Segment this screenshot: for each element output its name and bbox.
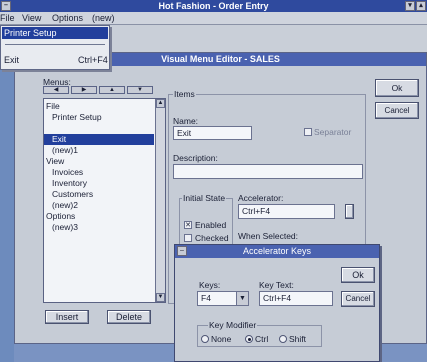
insert-button[interactable]: Insert (45, 310, 89, 324)
list-item[interactable]: Options (44, 211, 154, 222)
accelerator-label: Accelerator: (238, 193, 284, 203)
list-item-selected[interactable]: Exit (44, 134, 154, 145)
accelerator-field[interactable]: Ctrl+F4 (238, 204, 335, 219)
menu-item-exit-label: Exit (4, 55, 20, 65)
shift-label: Shift (289, 334, 307, 344)
dropdown-arrow-icon[interactable]: ▼ (236, 292, 248, 305)
items-group-label: Items (173, 89, 196, 99)
move-down-icon[interactable]: ▼ (127, 86, 153, 94)
accelerator-dialog-title: – Accelerator Keys (175, 245, 379, 258)
menus-list[interactable]: File Printer Setup Exit (new)1 View Invo… (43, 98, 166, 303)
keys-value: F4 (201, 293, 211, 303)
ctrl-label: Ctrl (255, 334, 269, 344)
enabled-checkbox[interactable]: ✕ (184, 221, 192, 229)
list-item[interactable]: File (44, 101, 154, 112)
menu-bar: File View Options (new) (0, 12, 427, 25)
accel-cancel-button[interactable]: Cancel (341, 291, 375, 307)
accel-ok-button[interactable]: Ok (341, 267, 375, 283)
menu-view[interactable]: View (22, 13, 41, 23)
menus-list-scrollbar[interactable]: ▲ ▼ (155, 99, 165, 302)
menu-options[interactable]: Options (52, 13, 83, 23)
minimize-icon[interactable]: ▾ (405, 1, 415, 11)
accelerator-keys-dialog: – Accelerator Keys Keys: F4 ▼ Key Text: … (174, 244, 380, 362)
maximize-icon[interactable]: ▴ (416, 1, 426, 11)
ok-button[interactable]: Ok (375, 79, 419, 97)
list-item[interactable]: Printer Setup (44, 112, 154, 123)
menu-new[interactable]: (new) (92, 13, 115, 23)
app-title-bar: – Hot Fashion - Order Entry ▾ ▴ (0, 0, 427, 12)
move-right-icon[interactable]: ▶ (71, 86, 97, 94)
name-label: Name: (173, 116, 199, 126)
accelerator-browse-button[interactable] (345, 204, 354, 219)
shift-radio[interactable] (279, 335, 287, 343)
ctrl-radio[interactable] (245, 335, 253, 343)
move-up-icon[interactable]: ▲ (99, 86, 125, 94)
menu-item-printer-setup[interactable]: Printer Setup (2, 27, 108, 39)
separator-checkbox[interactable] (304, 128, 312, 136)
menu-item-exit[interactable]: Exit Ctrl+F4 (2, 54, 108, 66)
delete-button[interactable]: Delete (107, 310, 151, 324)
none-radio[interactable] (201, 335, 209, 343)
list-item[interactable]: (new)3 (44, 222, 154, 233)
menu-file[interactable]: File (0, 13, 15, 23)
keys-select[interactable]: F4 ▼ (197, 291, 249, 306)
dialog-system-menu-icon[interactable]: – (177, 246, 187, 256)
keys-label: Keys: (199, 280, 221, 290)
key-modifier-label: Key Modifier (208, 320, 258, 330)
list-item[interactable]: (new)1 (44, 145, 154, 156)
list-item[interactable]: Invoices (44, 167, 154, 178)
key-text-field[interactable]: Ctrl+F4 (259, 291, 333, 306)
initial-state-label: Initial State (182, 193, 227, 203)
background-strip (0, 70, 14, 362)
move-left-icon[interactable]: ◀ (43, 86, 69, 94)
checked-checkbox[interactable] (184, 234, 192, 242)
when-selected-label: When Selected: (238, 231, 299, 241)
separator-label: Separator (314, 127, 352, 137)
list-item[interactable] (44, 123, 154, 134)
checked-label: Checked (195, 233, 229, 243)
scroll-down-icon[interactable]: ▼ (156, 293, 165, 302)
app-title: Hot Fashion - Order Entry (158, 1, 269, 11)
menu-separator (5, 44, 105, 45)
none-label: None (211, 334, 232, 344)
accelerator-dialog-title-text: Accelerator Keys (242, 246, 312, 256)
scroll-up-icon[interactable]: ▲ (156, 99, 165, 108)
description-label: Description: (173, 153, 218, 163)
file-menu-dropdown: Printer Setup Exit Ctrl+F4 (0, 25, 110, 70)
key-text-label: Key Text: (259, 280, 294, 290)
list-item[interactable]: View (44, 156, 154, 167)
description-field[interactable] (173, 164, 363, 179)
name-field[interactable]: Exit (173, 126, 252, 140)
list-item[interactable]: Customers (44, 189, 154, 200)
list-item[interactable]: Inventory (44, 178, 154, 189)
list-item[interactable]: (new)2 (44, 200, 154, 211)
menu-item-exit-shortcut: Ctrl+F4 (78, 55, 108, 65)
menu-move-buttons: ◀ ▶ ▲ ▼ (43, 86, 153, 95)
cancel-button[interactable]: Cancel (375, 102, 419, 119)
enabled-label: Enabled (195, 220, 227, 230)
